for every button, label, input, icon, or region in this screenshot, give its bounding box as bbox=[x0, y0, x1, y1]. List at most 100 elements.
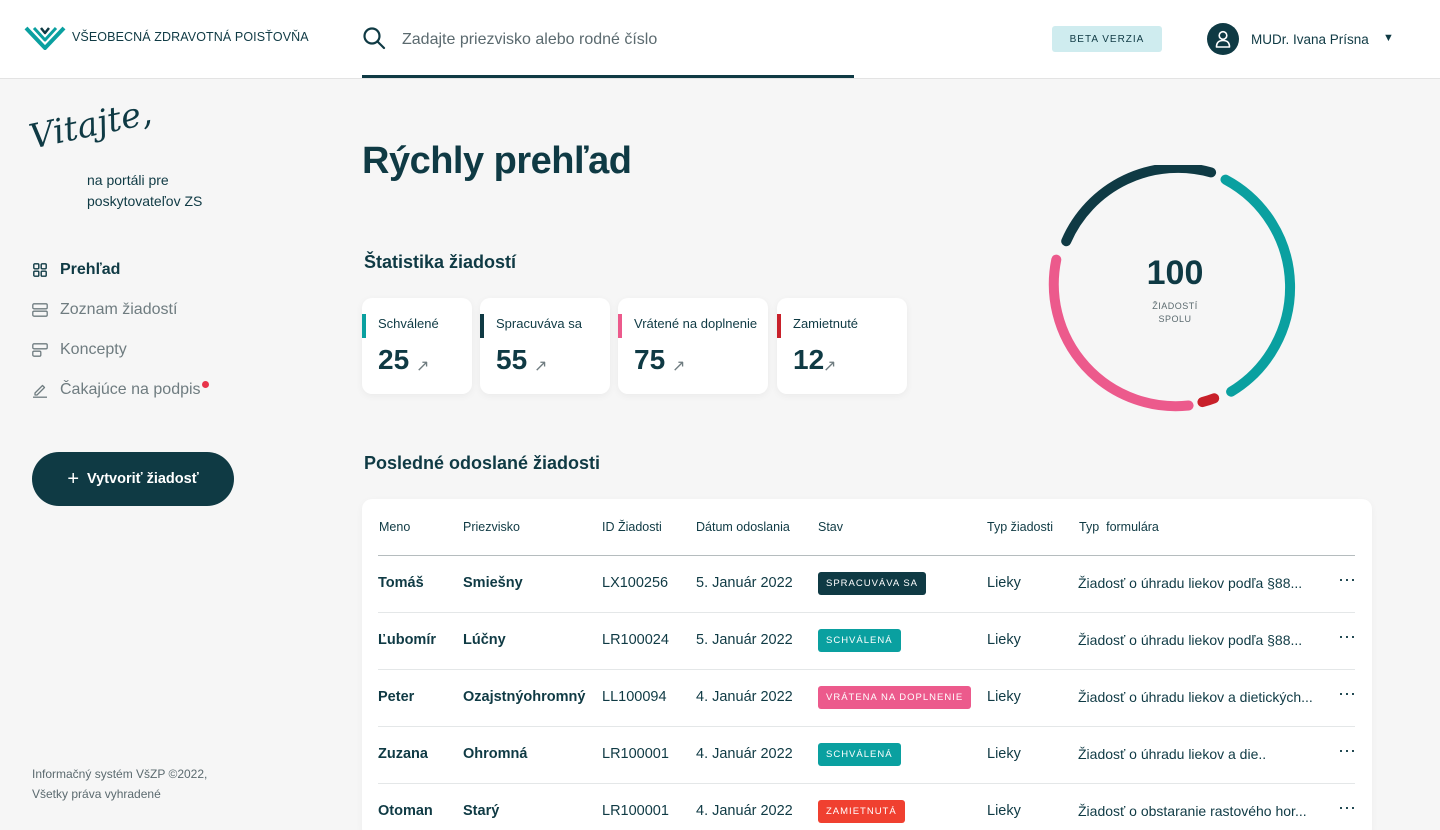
arrow-up-right-icon: ↗ bbox=[672, 358, 686, 375]
page-title: Rýchly prehľad bbox=[362, 140, 632, 182]
recent-requests-title: Posledné odoslané žiadosti bbox=[364, 453, 601, 473]
cell-formular: Žiadosť o úhradu liekov podľa §88... bbox=[1078, 575, 1303, 591]
user-name[interactable]: MUDr. Ivana Prísna bbox=[1251, 32, 1369, 47]
table-row[interactable]: Zuzana Ohromná LR100001 4. Január 2022 S… bbox=[378, 727, 1357, 784]
footer-line-2: Všetky práva vyhradené bbox=[32, 787, 161, 801]
cell-formular: Žiadosť o úhradu liekov podľa §88... bbox=[1078, 632, 1303, 648]
column-header-typ[interactable]: Typ žiadosti bbox=[987, 520, 1053, 534]
welcome-subtitle: na portáli pre poskytovateľov ZS bbox=[87, 172, 203, 209]
welcome-script: Vitajte, bbox=[25, 92, 156, 158]
stat-value: 75 bbox=[634, 344, 666, 375]
drafts-icon bbox=[32, 342, 48, 358]
notification-dot bbox=[202, 381, 209, 388]
donut-segment-zamietnute bbox=[1197, 393, 1220, 408]
logo-heart-icon bbox=[24, 26, 66, 50]
cell-datum: 4. Január 2022 bbox=[696, 746, 793, 762]
cell-priezvisko: Ozajstnýohromný bbox=[463, 689, 586, 705]
stat-color-bar bbox=[777, 314, 781, 338]
table-row[interactable]: Peter Ozajstnýohromný LL100094 4. Január… bbox=[378, 670, 1357, 727]
pen-icon bbox=[32, 382, 48, 398]
requests-donut-chart bbox=[1048, 165, 1296, 412]
table-row[interactable]: Ľubomír Lúčny LR100024 5. Január 2022 SC… bbox=[378, 613, 1357, 670]
avatar[interactable] bbox=[1207, 23, 1239, 55]
user-icon bbox=[1215, 30, 1231, 48]
stat-value: 25 bbox=[378, 344, 410, 375]
company-logo[interactable]: VŠEOBECNÁ ZDRAVOTNÁ POISŤOVŇA bbox=[24, 24, 309, 50]
footer-line-1: Informačný systém VšZP ©2022, bbox=[32, 767, 208, 781]
table-row[interactable]: Tomáš Smiešny LX100256 5. Január 2022 SP… bbox=[378, 556, 1357, 613]
cell-id: LR100001 bbox=[602, 803, 669, 819]
donut-subtitle: ŽIADOSTÍ SPOLU bbox=[1125, 300, 1225, 326]
stat-value: 12 bbox=[793, 344, 825, 375]
table-row[interactable]: Otoman Starý LR100001 4. Január 2022 ZAM… bbox=[378, 784, 1357, 830]
stat-card-vratene[interactable]: Vrátené na doplnenie 75 ↗ bbox=[618, 298, 768, 394]
more-options-icon[interactable]: ⋯ bbox=[1338, 684, 1357, 705]
stat-card-zamietnute[interactable]: Zamietnuté 12 ↗ bbox=[777, 298, 907, 394]
stat-value: 55 bbox=[496, 344, 528, 375]
user-menu[interactable]: MUDr. Ivana Prísna ▼ bbox=[1207, 23, 1394, 55]
cell-meno: Ľubomír bbox=[378, 632, 436, 648]
cell-priezvisko: Smiešny bbox=[463, 575, 523, 591]
donut-subtitle-line-1: ŽIADOSTÍ bbox=[1152, 301, 1198, 311]
cell-typ: Lieky bbox=[987, 689, 1021, 705]
sidebar-item-cakajuce[interactable]: Čakajúce na podpis bbox=[32, 380, 209, 400]
cell-meno: Peter bbox=[378, 689, 415, 705]
sidebar-item-label: Čakajúce na podpis bbox=[60, 381, 201, 398]
column-header-datum[interactable]: Dátum odoslania bbox=[696, 520, 790, 534]
search-icon bbox=[363, 27, 386, 50]
create-button-label: Vytvoriť žiadosť bbox=[87, 471, 199, 487]
more-options-icon[interactable]: ⋯ bbox=[1338, 798, 1357, 819]
cell-formular: Žiadosť o úhradu liekov a die.. bbox=[1078, 746, 1267, 762]
column-header-id[interactable]: ID Žiadosti bbox=[602, 520, 662, 534]
cell-typ: Lieky bbox=[987, 803, 1021, 819]
stat-color-bar bbox=[362, 314, 366, 338]
cell-typ: Lieky bbox=[987, 575, 1021, 591]
sidebar-item-label: Prehľad bbox=[60, 261, 121, 278]
arrow-up-right-icon: ↗ bbox=[823, 358, 837, 375]
column-header-formular[interactable]: Typ formulára bbox=[1079, 520, 1159, 534]
cell-id: LL100094 bbox=[602, 689, 667, 705]
cell-meno: Zuzana bbox=[378, 746, 428, 762]
cell-formular: Žiadosť o obstaranie rastového hor... bbox=[1078, 803, 1307, 819]
status-badge: SCHVÁLENÁ bbox=[818, 629, 901, 652]
cell-typ: Lieky bbox=[987, 632, 1021, 648]
logo-text: VŠEOBECNÁ ZDRAVOTNÁ POISŤOVŇA bbox=[72, 30, 309, 44]
list-icon bbox=[32, 302, 48, 318]
more-options-icon[interactable]: ⋯ bbox=[1338, 627, 1357, 648]
search-input[interactable] bbox=[402, 26, 842, 54]
cell-datum: 5. Január 2022 bbox=[696, 575, 793, 591]
sidebar-item-prehlad[interactable]: Prehľad bbox=[32, 260, 201, 280]
stat-card-spracuvava[interactable]: Spracuváva sa 55 ↗ bbox=[480, 298, 610, 394]
plus-icon: + bbox=[67, 468, 79, 490]
status-badge: VRÁTENA NA DOPLNENIE bbox=[818, 686, 972, 709]
more-options-icon[interactable]: ⋯ bbox=[1338, 570, 1357, 591]
more-options-icon[interactable]: ⋯ bbox=[1338, 741, 1357, 762]
sidebar-item-label: Zoznam žiadostí bbox=[60, 301, 178, 318]
arrow-up-right-icon: ↗ bbox=[416, 358, 430, 375]
stat-color-bar bbox=[480, 314, 484, 338]
search-bar bbox=[362, 20, 854, 78]
cell-meno: Tomáš bbox=[378, 575, 424, 591]
sidebar-item-koncepty[interactable]: Koncepty bbox=[32, 340, 201, 360]
footer: Informačný systém VšZP ©2022, Všetky prá… bbox=[32, 764, 207, 804]
arrow-up-right-icon: ↗ bbox=[534, 358, 548, 375]
create-request-button[interactable]: + Vytvoriť žiadosť bbox=[32, 452, 234, 506]
cell-datum: 4. Január 2022 bbox=[696, 689, 793, 705]
cell-datum: 4. Január 2022 bbox=[696, 803, 793, 819]
sidebar-nav: Prehľad Zoznam žiadostí Koncepty Čakajúc… bbox=[32, 260, 209, 420]
donut-segment-schvalene bbox=[1220, 174, 1296, 397]
top-header: VŠEOBECNÁ ZDRAVOTNÁ POISŤOVŇA BETA VERZI… bbox=[0, 0, 1440, 79]
column-header-meno[interactable]: Meno bbox=[379, 520, 410, 534]
donut-total: 100 bbox=[1146, 254, 1204, 292]
status-badge: SCHVÁLENÁ bbox=[818, 743, 901, 766]
stat-label: Schválené bbox=[378, 316, 439, 331]
column-header-priezvisko[interactable]: Priezvisko bbox=[463, 520, 520, 534]
stat-label: Zamietnuté bbox=[793, 316, 859, 331]
caret-down-icon[interactable]: ▼ bbox=[1383, 32, 1394, 44]
column-header-stav[interactable]: Stav bbox=[818, 520, 843, 534]
cell-priezvisko: Starý bbox=[463, 803, 500, 819]
cell-formular: Žiadosť o úhradu liekov a dietických... bbox=[1078, 689, 1313, 705]
sidebar-item-zoznam[interactable]: Zoznam žiadostí bbox=[32, 300, 201, 320]
stat-card-schvalene[interactable]: Schválené 25 ↗ bbox=[362, 298, 472, 394]
donut-subtitle-line-2: SPOLU bbox=[1158, 314, 1192, 324]
